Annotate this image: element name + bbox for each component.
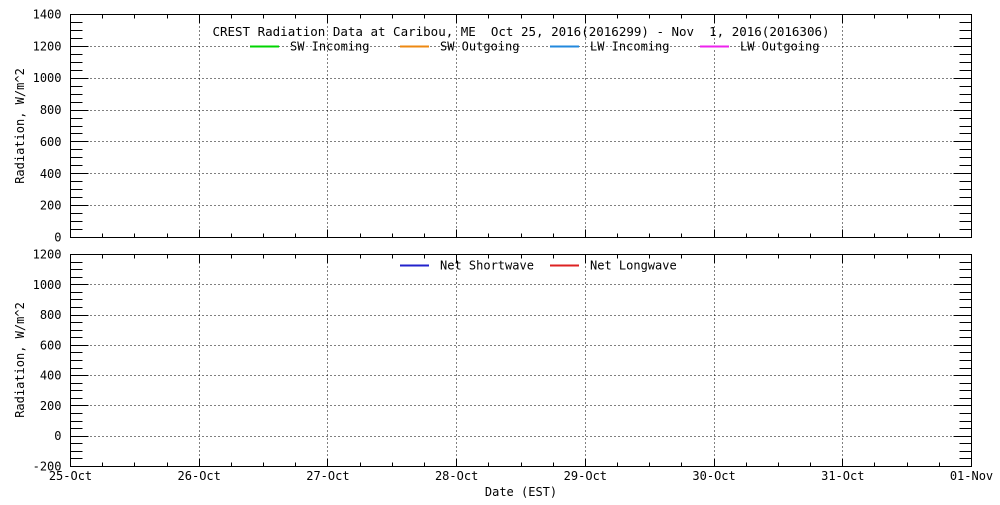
- y-tick-label: 800: [40, 103, 62, 117]
- x-axis-label: Date (EST): [485, 485, 557, 499]
- legend-label: Net Shortwave: [440, 259, 534, 273]
- y-tick-label: 1200: [33, 248, 62, 262]
- legend-label: SW Outgoing: [440, 40, 519, 54]
- x-tick-label: 26-Oct: [178, 469, 221, 483]
- x-tick-label: 01-Nov: [950, 469, 993, 483]
- legend-label: LW Outgoing: [740, 40, 819, 54]
- y-tick-label: 0: [54, 231, 61, 245]
- y-axis-label-bottom: Radiation, W/m^2: [13, 302, 27, 418]
- radiation-figure: 0 200 400 600 800 1000 1200 1400 SW Incoming SW O…: [0, 0, 1000, 500]
- y-tick-label: 600: [40, 135, 62, 149]
- radiation-chart-svg: 0 200 400 600 800 1000 1200 1400 SW Incoming SW O…: [13, 8, 994, 500]
- x-tick-label: 28-Oct: [435, 469, 478, 483]
- y-axis-label-top: Radiation, W/m^2: [13, 68, 27, 184]
- y-tick-label: 800: [40, 308, 62, 322]
- legend-label: Net Longwave: [590, 259, 677, 273]
- plot-box: [70, 14, 972, 238]
- x-tick-label: 29-Oct: [564, 469, 607, 483]
- x-tick-label: 31-Oct: [821, 469, 864, 483]
- y-tick-label: 1400: [33, 8, 62, 22]
- y-tick-label: 0: [54, 429, 61, 443]
- y-tick-label: 400: [40, 167, 62, 181]
- y-tick-label: 400: [40, 369, 62, 383]
- x-tick-label: 30-Oct: [692, 469, 735, 483]
- y-tick-label: 1000: [33, 278, 62, 292]
- y-tick-label: 1000: [33, 71, 62, 85]
- y-tick-label: 600: [40, 338, 62, 352]
- chart-title: CREST Radiation Data at Caribou, ME Oct …: [212, 24, 829, 39]
- y-tick-label: 200: [40, 199, 62, 213]
- x-tick-label: 27-Oct: [306, 469, 349, 483]
- legend-label: SW Incoming: [290, 40, 369, 54]
- axes-layer: 0 200 400 600 800 1000 1200 1400 SW Incoming SW O…: [33, 8, 994, 484]
- legend-label: LW Incoming: [590, 40, 669, 54]
- y-tick-label: 1200: [33, 39, 62, 53]
- x-tick-label: 25-Oct: [49, 469, 92, 483]
- plot-box: [70, 254, 972, 467]
- y-tick-label: 200: [40, 399, 62, 413]
